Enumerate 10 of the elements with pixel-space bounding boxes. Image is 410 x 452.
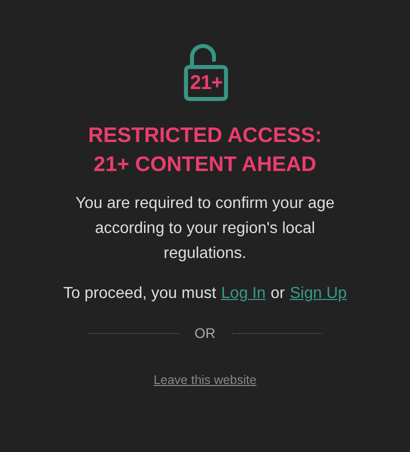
auth-link[interactable]: Sign Up bbox=[290, 281, 347, 306]
message-text: You are required to confirm your age according to your region's local regulations. bbox=[74, 194, 336, 264]
or-label: OR bbox=[194, 325, 216, 341]
lock-icon bbox=[183, 44, 231, 102]
age-label: 21+ bbox=[190, 72, 222, 94]
proceed-text: To proceed, you must bbox=[63, 284, 216, 304]
leave-link[interactable]: Leave this website bbox=[154, 373, 256, 387]
auth-link[interactable]: Log In bbox=[221, 281, 266, 306]
connector-text: or bbox=[270, 284, 285, 304]
heading: RESTRICTED ACCESS: 21+ CONTENT AHEAD bbox=[87, 123, 323, 178]
